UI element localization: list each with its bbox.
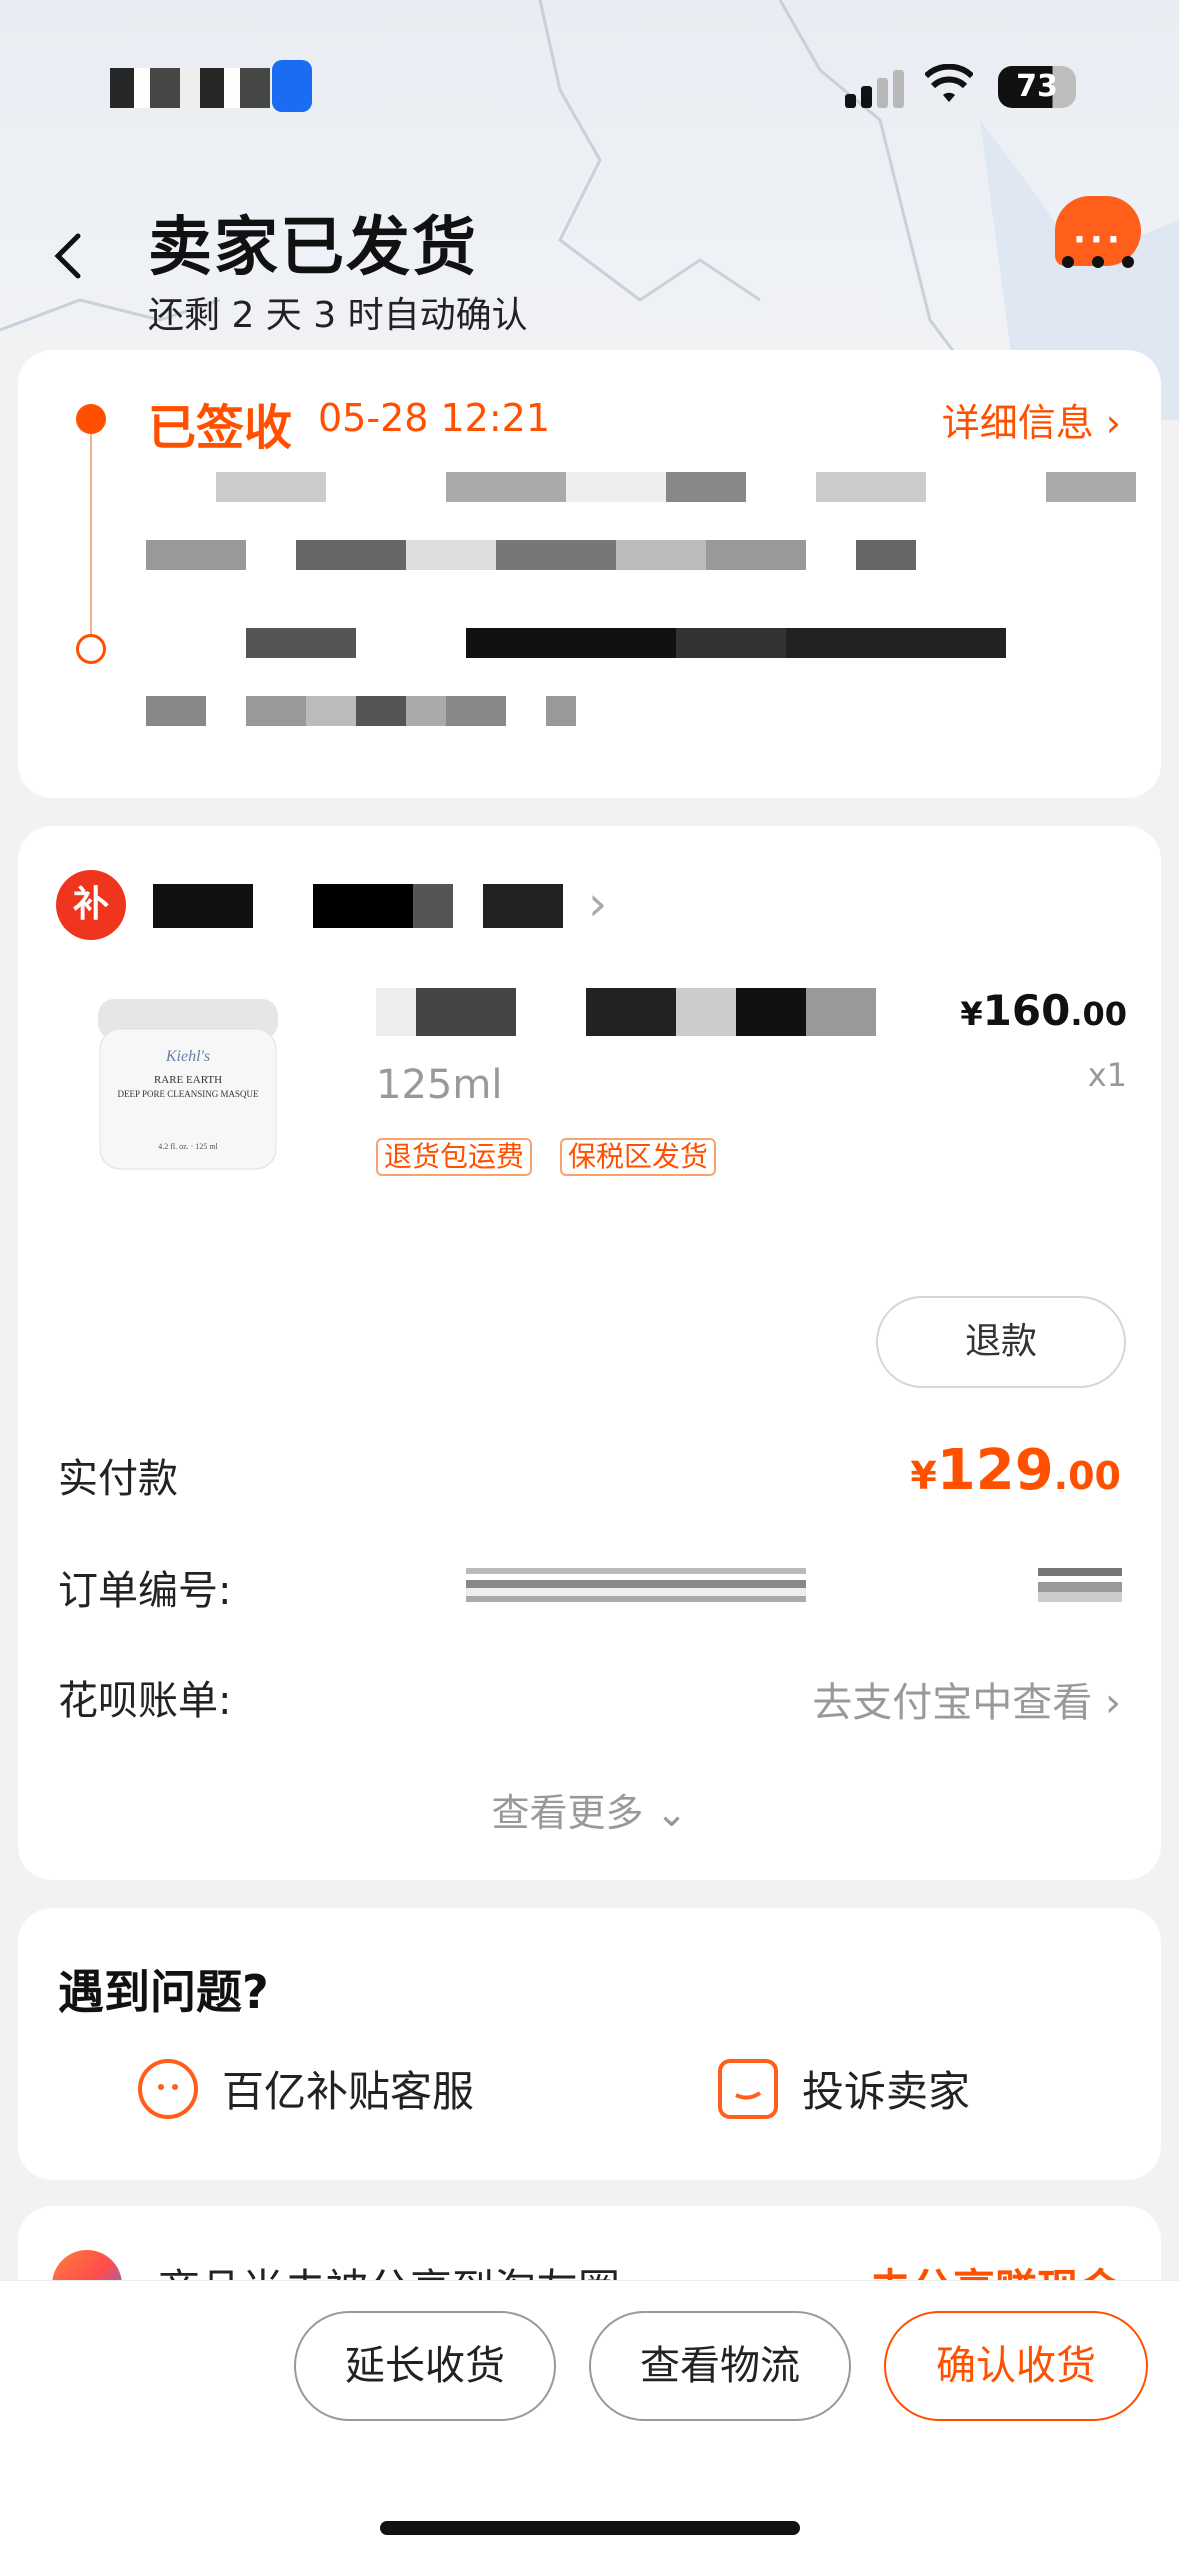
- back-button[interactable]: [48, 230, 88, 282]
- product-image-size: 4.2 fl. oz. · 125 ml: [158, 1142, 218, 1151]
- cellular-signal-icon: [845, 68, 905, 108]
- home-indicator[interactable]: [380, 2521, 800, 2535]
- carrier-icon: [272, 60, 312, 112]
- order-card: 补 › Kiehl's RARE EARTH DEEP PORE CLEANSI…: [18, 826, 1161, 1880]
- product-title-redacted[interactable]: [376, 988, 946, 1036]
- page-title: 卖家已发货: [148, 211, 478, 285]
- problem-title: 遇到问题?: [58, 1965, 269, 2019]
- see-more-button[interactable]: 查看更多 ⌄: [18, 1782, 1161, 1837]
- view-logistics-button[interactable]: 查看物流: [589, 2311, 851, 2421]
- complain-seller-label: 投诉卖家: [802, 2067, 971, 2116]
- logistics-card[interactable]: 已签收 05-28 12:21 详细信息 ›: [18, 350, 1161, 798]
- auto-confirm-countdown: 还剩 2 天 3 时自动确认: [148, 295, 528, 336]
- product-variant: 125ml: [376, 1062, 503, 1108]
- timeline-line: [90, 434, 92, 634]
- customer-service-button[interactable]: 百亿补贴客服: [138, 2058, 474, 2119]
- logistics-line-redacted: [146, 540, 916, 570]
- product-image-line2: DEEP PORE CLEANSING MASQUE: [118, 1089, 259, 1099]
- paid-label: 实付款: [58, 1456, 178, 1502]
- order-number-copy-redacted: [1038, 1568, 1122, 1602]
- confirm-receipt-button[interactable]: 确认收货: [884, 2311, 1148, 2421]
- delivery-time: 05-28 12:21: [318, 396, 551, 440]
- logistics-detail-link[interactable]: 详细信息 ›: [942, 392, 1121, 447]
- logistics-line-redacted: [146, 628, 1021, 658]
- order-number-label: 订单编号:: [58, 1568, 232, 1614]
- status-bar: 73: [0, 0, 1179, 170]
- complain-seller-button[interactable]: 投诉卖家: [718, 2058, 970, 2119]
- extend-receipt-button[interactable]: 延长收货: [294, 2311, 556, 2421]
- huabei-view-link[interactable]: 去支付宝中查看 ›: [812, 1670, 1121, 1728]
- more-icon: ···: [1073, 220, 1124, 260]
- order-number-redacted: [466, 1568, 806, 1602]
- chevron-down-icon: ⌄: [655, 1791, 688, 1835]
- tag-free-return: 退货包运费: [376, 1138, 533, 1176]
- tag-bonded-shipping: 保税区发货: [560, 1138, 717, 1176]
- product-price: ¥160.00: [960, 986, 1127, 1035]
- timeline-dot-current-icon: [76, 404, 106, 434]
- battery-icon: 73: [998, 66, 1076, 108]
- complain-icon: [718, 2058, 778, 2119]
- chevron-right-icon: ›: [1105, 1680, 1121, 1726]
- product-quantity: x1: [1087, 1056, 1127, 1094]
- chevron-left-icon: [54, 233, 81, 279]
- product-image-line1: RARE EARTH: [154, 1074, 222, 1086]
- delivery-status: 已签收: [148, 400, 293, 456]
- shop-badge-icon: 补: [56, 870, 126, 940]
- problem-card: 遇到问题? 百亿补贴客服 投诉卖家: [18, 1908, 1161, 2180]
- product-image-brand: Kiehl's: [165, 1048, 210, 1065]
- customer-service-icon: [138, 2058, 198, 2119]
- logistics-line-redacted: [146, 472, 1136, 502]
- logistics-line-redacted: [146, 696, 576, 726]
- refund-button[interactable]: 退款: [876, 1296, 1126, 1388]
- customer-service-label: 百亿补贴客服: [222, 2067, 475, 2116]
- huabei-label: 花呗账单:: [58, 1678, 232, 1724]
- shop-name-redacted[interactable]: [153, 884, 563, 928]
- bottom-action-bar: 延长收货 查看物流 确认收货: [0, 2280, 1179, 2556]
- paid-amount: ¥129.00: [910, 1438, 1121, 1503]
- chevron-right-icon[interactable]: ›: [588, 876, 607, 932]
- product-image[interactable]: Kiehl's RARE EARTH DEEP PORE CLEANSING M…: [88, 981, 288, 1181]
- more-dots-icon: [1062, 256, 1142, 268]
- wifi-icon: [923, 63, 975, 114]
- timeline-dot-previous-icon: [76, 634, 106, 664]
